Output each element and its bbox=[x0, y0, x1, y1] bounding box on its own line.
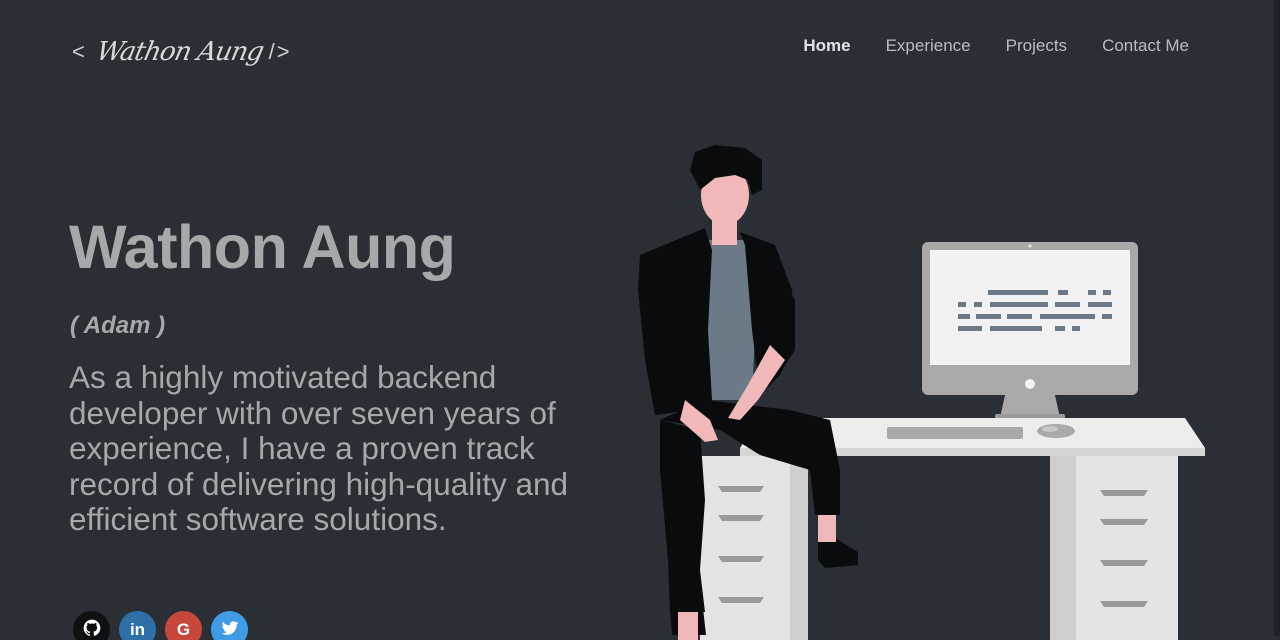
google-link[interactable]: G bbox=[165, 611, 202, 640]
nav-projects[interactable]: Projects bbox=[1006, 36, 1067, 56]
twitter-icon bbox=[220, 618, 240, 640]
hero-bio: As a highly motivated backend developer … bbox=[69, 359, 569, 537]
monitor-icon bbox=[922, 242, 1138, 422]
logo[interactable]: < Wathon Aung /> bbox=[72, 28, 292, 76]
logo-close-bracket: /> bbox=[268, 39, 292, 64]
developer-at-desk-illustration bbox=[638, 145, 1205, 640]
google-icon: G bbox=[176, 620, 191, 639]
nav-contact-me[interactable]: Contact Me bbox=[1102, 36, 1189, 56]
github-icon bbox=[82, 618, 102, 640]
social-links: in G bbox=[73, 611, 248, 640]
hero-name: Wathon Aung bbox=[69, 213, 456, 281]
logo-open-bracket: < bbox=[72, 39, 87, 64]
linkedin-link[interactable]: in bbox=[119, 611, 156, 640]
main-nav: Home Experience Projects Contact Me bbox=[803, 36, 1189, 56]
hero-nickname: ( Adam ) bbox=[70, 312, 166, 339]
nav-home[interactable]: Home bbox=[803, 36, 850, 56]
github-link[interactable] bbox=[73, 611, 110, 640]
linkedin-icon: in bbox=[129, 620, 146, 639]
page: < Wathon Aung /> Home Experience Project… bbox=[0, 0, 1280, 640]
logo-signature: Wathon Aung bbox=[93, 37, 266, 67]
scrollbar[interactable] bbox=[1274, 0, 1280, 636]
nav-experience[interactable]: Experience bbox=[886, 36, 971, 56]
twitter-link[interactable] bbox=[211, 611, 248, 640]
